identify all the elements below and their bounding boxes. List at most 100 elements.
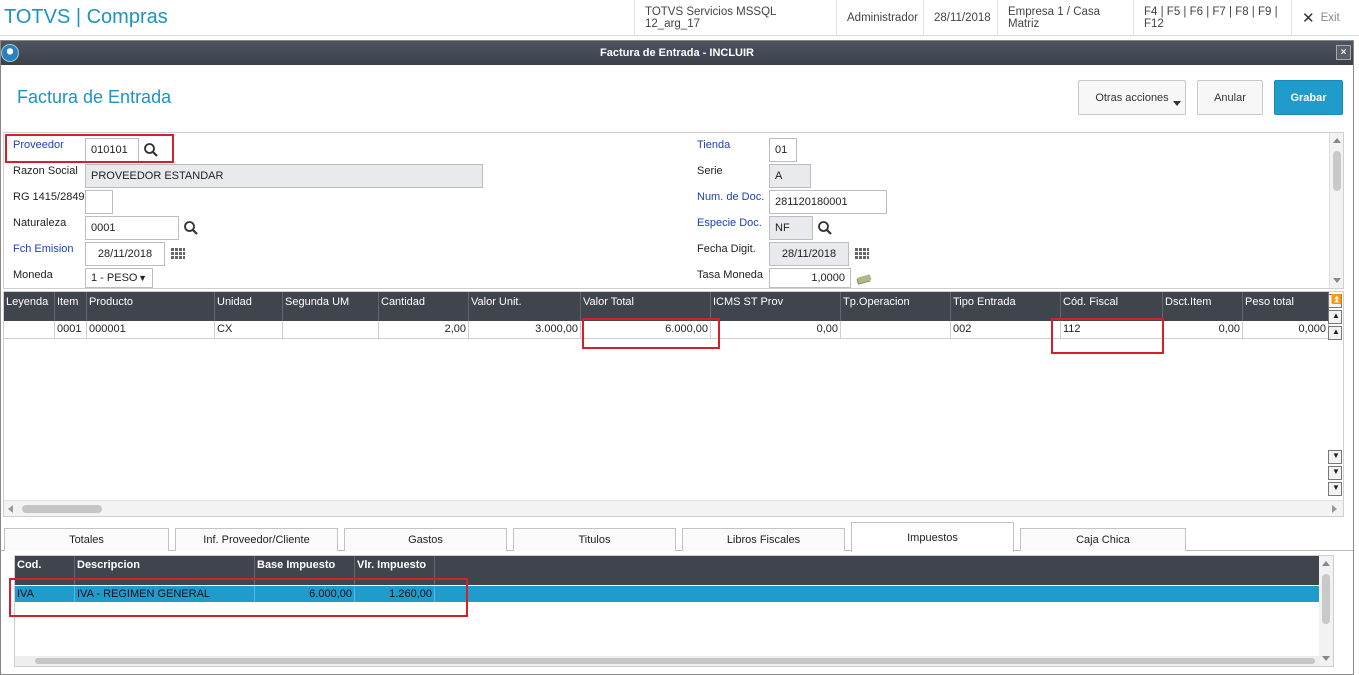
scroll-thumb[interactable]: [1322, 574, 1330, 624]
cell-leyenda[interactable]: [4, 321, 55, 339]
especie-doc-input[interactable]: NF: [769, 216, 813, 240]
scroll-thumb[interactable]: [22, 505, 102, 513]
user-info[interactable]: Administrador: [836, 0, 923, 36]
first-row-button[interactable]: ⏫: [1328, 294, 1342, 308]
cell-vlr-impuesto[interactable]: 1.260,00: [355, 586, 435, 602]
form-scrollbar[interactable]: [1329, 133, 1343, 288]
cell-base-impuesto[interactable]: 6.000,00: [255, 586, 355, 602]
scroll-thumb[interactable]: [35, 658, 1315, 664]
page-up-button[interactable]: ▲: [1328, 310, 1342, 324]
app-title: TOTVS | Compras: [4, 6, 168, 28]
double-down-icon: ▼: [1332, 483, 1340, 492]
cell-unidad[interactable]: CX: [215, 321, 283, 339]
table-row[interactable]: 0001 000001 CX 2,00 3.000,00 6.000,00 0,…: [4, 321, 1329, 339]
fch-emision-input[interactable]: 28/11/2018: [85, 242, 165, 266]
last-row-button[interactable]: ▼: [1328, 482, 1342, 496]
cancel-button[interactable]: Anular: [1197, 80, 1263, 115]
column-header[interactable]: Tp.Operacion: [841, 292, 951, 321]
scroll-down-icon[interactable]: [1322, 656, 1330, 661]
shortcuts-info[interactable]: F4 | F5 | F6 | F7 | F8 | F9 | F12: [1133, 0, 1291, 36]
column-header[interactable]: Valor Unit.: [469, 292, 581, 321]
cell-descripcion[interactable]: IVA - REGIMEN GENERAL: [75, 586, 255, 602]
tab-totales[interactable]: Totales: [4, 528, 169, 551]
other-actions-button[interactable]: Otras acciones: [1078, 80, 1186, 115]
num-doc-input[interactable]: 281120180001: [769, 190, 887, 214]
search-icon[interactable]: [817, 220, 833, 236]
tab-impuestos[interactable]: Impuestos: [851, 522, 1014, 552]
scroll-right-icon[interactable]: [1332, 505, 1337, 513]
cell-peso-total[interactable]: 0,000: [1243, 321, 1329, 339]
tax-vertical-scrollbar[interactable]: [1319, 556, 1333, 666]
tab-libros-fiscales[interactable]: Libros Fiscales: [682, 528, 845, 551]
column-header[interactable]: Tipo Entrada: [951, 292, 1061, 321]
date-info[interactable]: 28/11/2018: [923, 0, 997, 36]
tax-horizontal-scrollbar[interactable]: [15, 656, 1320, 666]
rg-input[interactable]: [85, 190, 113, 214]
row-up-button[interactable]: ▲: [1328, 326, 1342, 340]
naturaleza-label: Naturaleza: [13, 217, 67, 229]
cell-tp-operacion[interactable]: [841, 321, 951, 339]
column-header[interactable]: ICMS ST Prov: [711, 292, 841, 321]
column-header[interactable]: Producto: [87, 292, 215, 321]
tasa-moneda-input[interactable]: 1,0000: [769, 268, 851, 288]
close-icon: ✕: [1302, 10, 1315, 27]
cell-segunda-um[interactable]: [283, 321, 379, 339]
cell-icms-st-prov[interactable]: 0,00: [711, 321, 841, 339]
moneda-select[interactable]: 1 - PESO ▼: [85, 268, 153, 288]
naturaleza-input[interactable]: 0001: [85, 216, 179, 240]
cell-producto[interactable]: 000001: [87, 321, 215, 339]
calendar-icon[interactable]: [854, 246, 870, 262]
column-header[interactable]: Descripcion: [75, 556, 255, 585]
scroll-up-icon[interactable]: [1322, 561, 1330, 566]
tab-titulos[interactable]: Titulos: [513, 528, 676, 551]
column-header[interactable]: Cod.: [15, 556, 75, 585]
column-header[interactable]: Cantidad: [379, 292, 469, 321]
cell-cod-fiscal[interactable]: 112: [1061, 321, 1163, 339]
dialog-close-button[interactable]: ×: [1336, 45, 1351, 60]
company-info[interactable]: Empresa 1 / Casa Matriz: [997, 0, 1133, 36]
proveedor-input[interactable]: 010101: [85, 138, 139, 162]
table-row[interactable]: IVA IVA - REGIMEN GENERAL 6.000,00 1.260…: [15, 586, 1320, 602]
search-icon[interactable]: [183, 220, 199, 236]
items-grid: Leyenda Item Producto Unidad Segunda UM …: [3, 291, 1344, 517]
column-header[interactable]: Base Impuesto: [255, 556, 355, 585]
scroll-left-icon[interactable]: [8, 505, 13, 513]
environment-info[interactable]: TOTVS Servicios MSSQL 12_arg_17: [634, 0, 836, 36]
column-header[interactable]: Vlr. Impuesto: [355, 556, 435, 585]
cell-dsct-item[interactable]: 0,00: [1163, 321, 1243, 339]
tab-caja-chica[interactable]: Caja Chica: [1020, 528, 1186, 551]
calendar-icon[interactable]: [170, 246, 186, 262]
tienda-input[interactable]: 01: [769, 138, 797, 162]
money-icon[interactable]: [856, 271, 872, 287]
scroll-down-icon[interactable]: [1333, 278, 1341, 283]
cell-item[interactable]: 0001: [55, 321, 87, 339]
column-header[interactable]: Valor Total: [581, 292, 711, 321]
scroll-up-icon[interactable]: [1333, 138, 1341, 143]
items-grid-header: Leyenda Item Producto Unidad Segunda UM …: [4, 292, 1329, 321]
column-header[interactable]: Dsct.Item: [1163, 292, 1243, 321]
num-doc-label: Num. de Doc.: [697, 191, 765, 203]
column-header[interactable]: Segunda UM: [283, 292, 379, 321]
tab-inf-proveedor-cliente[interactable]: Inf. Proveedor/Cliente: [175, 528, 338, 551]
cell-tipo-entrada[interactable]: 002: [951, 321, 1061, 339]
tienda-label: Tienda: [697, 139, 731, 151]
column-header[interactable]: Cód. Fiscal: [1061, 292, 1163, 321]
cell-valor-unit[interactable]: 3.000,00: [469, 321, 581, 339]
razon-social-label: Razon Social: [13, 165, 78, 177]
column-header[interactable]: Peso total: [1243, 292, 1329, 321]
scroll-thumb[interactable]: [1333, 151, 1341, 191]
column-header[interactable]: Unidad: [215, 292, 283, 321]
search-icon[interactable]: [143, 142, 159, 158]
page-down-button[interactable]: ▼: [1328, 466, 1342, 480]
tab-gastos[interactable]: Gastos: [344, 528, 507, 551]
exit-button[interactable]: ✕ Exit: [1291, 0, 1359, 36]
cell-cantidad[interactable]: 2,00: [379, 321, 469, 339]
column-header[interactable]: Item: [55, 292, 87, 321]
cell-cod[interactable]: IVA: [15, 586, 75, 602]
items-horizontal-scrollbar[interactable]: [4, 500, 1343, 516]
row-down-button[interactable]: ▼: [1328, 450, 1342, 464]
column-header[interactable]: Leyenda: [4, 292, 55, 321]
save-button[interactable]: Grabar: [1274, 80, 1343, 115]
cell-valor-total[interactable]: 6.000,00: [581, 321, 711, 339]
moneda-value: 1 - PESO: [91, 272, 138, 284]
